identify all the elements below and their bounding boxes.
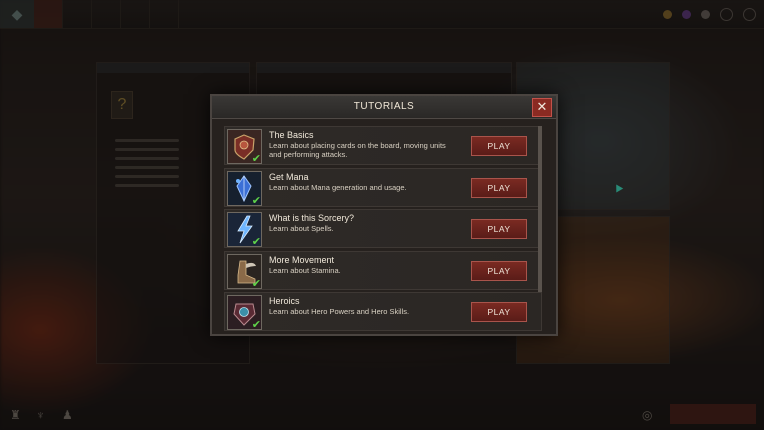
play-button[interactable]: PLAY <box>471 136 527 156</box>
tutorial-description: Learn about Spells. <box>269 224 334 233</box>
close-button[interactable]: ✕ <box>532 98 552 117</box>
tutorial-title: What is this Sorcery? <box>269 213 355 223</box>
play-button[interactable]: PLAY <box>471 219 527 239</box>
completed-check-icon: ✔ <box>251 194 261 206</box>
modal-title: TUTORIALS <box>353 101 415 112</box>
scrollbar[interactable] <box>538 126 542 292</box>
tutorial-title: Heroics <box>269 296 300 306</box>
tutorial-row: ✔ What is this Sorcery? Learn about Spel… <box>224 209 542 248</box>
modal-header: TUTORIALS ✕ <box>212 96 556 119</box>
completed-check-icon: ✔ <box>251 319 261 330</box>
lightning-spell-icon: ✔ <box>227 212 262 247</box>
play-button[interactable]: PLAY <box>471 260 527 281</box>
tutorials-modal: TUTORIALS ✕ ✔ The Basics Learn about pla… <box>210 94 558 336</box>
scrollbar-thumb[interactable] <box>538 126 542 292</box>
tutorial-description: Learn about Stamina. <box>269 265 341 275</box>
tutorial-row: ✔ More Movement Learn about Stamina. PLA… <box>224 250 542 290</box>
tutorial-list: ✔ The Basics Learn about placing cards o… <box>224 126 542 331</box>
hero-armor-icon: ✔ <box>227 295 262 330</box>
tutorial-description: Learn about placing cards on the board, … <box>269 141 446 159</box>
play-button[interactable]: PLAY <box>471 177 527 198</box>
completed-check-icon: ✔ <box>251 153 261 164</box>
tutorial-title: The Basics <box>269 130 314 140</box>
tutorial-row: ✔ Get Mana Learn about Mana generation a… <box>224 167 542 207</box>
mana-crystal-icon: ✔ <box>227 170 262 206</box>
shield-warrior-icon: ✔ <box>227 129 262 164</box>
tutorial-description: Learn about Mana generation and usage. <box>269 182 407 192</box>
tutorial-row: ✔ The Basics Learn about placing cards o… <box>224 126 542 165</box>
completed-check-icon: ✔ <box>251 277 261 289</box>
tutorial-description: Learn about Hero Powers and Hero Skills. <box>269 307 410 316</box>
completed-check-icon: ✔ <box>251 236 261 247</box>
tutorial-row: ✔ Heroics Learn about Hero Powers and He… <box>224 292 542 331</box>
play-button[interactable]: PLAY <box>471 302 527 322</box>
tutorial-title: More Movement <box>269 254 335 265</box>
tutorial-title: Get Mana <box>269 171 309 182</box>
winged-boot-icon: ✔ <box>227 253 262 289</box>
